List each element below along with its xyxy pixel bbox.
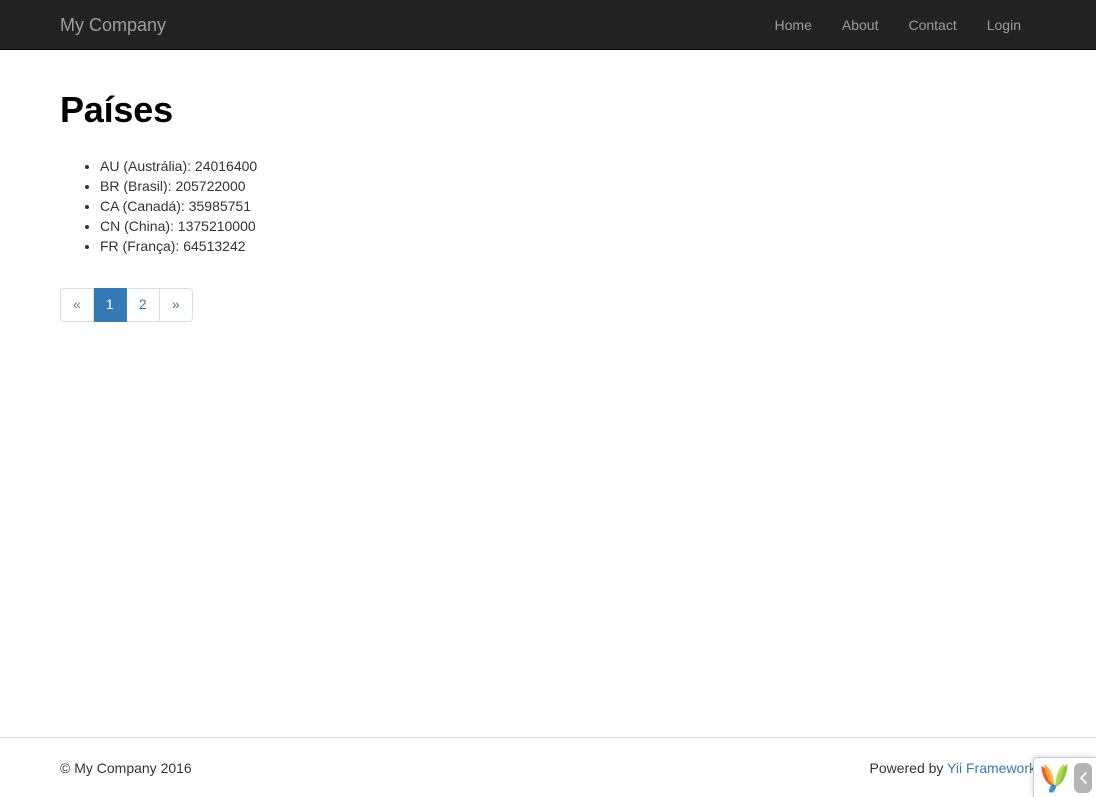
debug-toolbar-toggle[interactable]	[1074, 763, 1092, 793]
navbar-nav: Home About Contact Login	[760, 0, 1036, 50]
nav-item-home[interactable]: Home	[760, 0, 827, 50]
chevron-left-icon	[1079, 772, 1088, 784]
list-item: FR (França): 64513242	[100, 236, 1036, 256]
page-title: Países	[60, 90, 1036, 130]
yii-debug-toolbar[interactable]	[1033, 757, 1096, 797]
nav-item-about[interactable]: About	[827, 0, 894, 50]
footer-powered-by-label: Powered by	[869, 760, 947, 776]
pagination-prev[interactable]: «	[60, 288, 94, 322]
pagination-page-2-link[interactable]: 2	[127, 288, 160, 322]
footer-copyright: © My Company 2016	[60, 758, 192, 778]
nav-link-contact[interactable]: Contact	[893, 0, 971, 50]
nav-item-login[interactable]: Login	[972, 0, 1036, 50]
nav-link-home[interactable]: Home	[760, 0, 827, 50]
list-item: CA (Canadá): 35985751	[100, 196, 1036, 216]
nav-link-about[interactable]: About	[827, 0, 894, 50]
yii-framework-link[interactable]: Yii Framework	[947, 760, 1036, 776]
top-navbar: My Company Home About Contact Login	[0, 0, 1096, 50]
main-container: Países AU (Austrália): 24016400 BR (Bras…	[0, 50, 1096, 322]
pagination-next[interactable]: »	[160, 288, 193, 322]
pagination: « 1 2 »	[60, 288, 193, 322]
list-item: BR (Brasil): 205722000	[100, 176, 1036, 196]
pagination-page-1[interactable]: 1	[94, 288, 127, 322]
pagination-page-2[interactable]: 2	[127, 288, 160, 322]
content-inner: Países AU (Austrália): 24016400 BR (Bras…	[30, 90, 1066, 322]
pagination-page-1-link[interactable]: 1	[94, 288, 127, 322]
country-list: AU (Austrália): 24016400 BR (Brasil): 20…	[60, 156, 1036, 256]
list-item: CN (China): 1375210000	[100, 216, 1036, 236]
list-item: AU (Austrália): 24016400	[100, 156, 1036, 176]
footer-inner: © My Company 2016 Powered by Yii Framewo…	[30, 758, 1066, 778]
page-footer: © My Company 2016 Powered by Yii Framewo…	[0, 737, 1096, 797]
nav-item-contact[interactable]: Contact	[893, 0, 971, 50]
footer-powered-by: Powered by Yii Framework	[869, 758, 1036, 778]
pagination-next-link[interactable]: »	[160, 288, 193, 322]
yii-logo-icon	[1040, 762, 1070, 794]
pagination-prev-link[interactable]: «	[60, 288, 94, 322]
nav-link-login[interactable]: Login	[972, 0, 1036, 50]
navbar-brand[interactable]: My Company	[60, 0, 166, 50]
navbar-inner: My Company Home About Contact Login	[30, 0, 1066, 50]
page-root: My Company Home About Contact Login País…	[0, 0, 1096, 797]
